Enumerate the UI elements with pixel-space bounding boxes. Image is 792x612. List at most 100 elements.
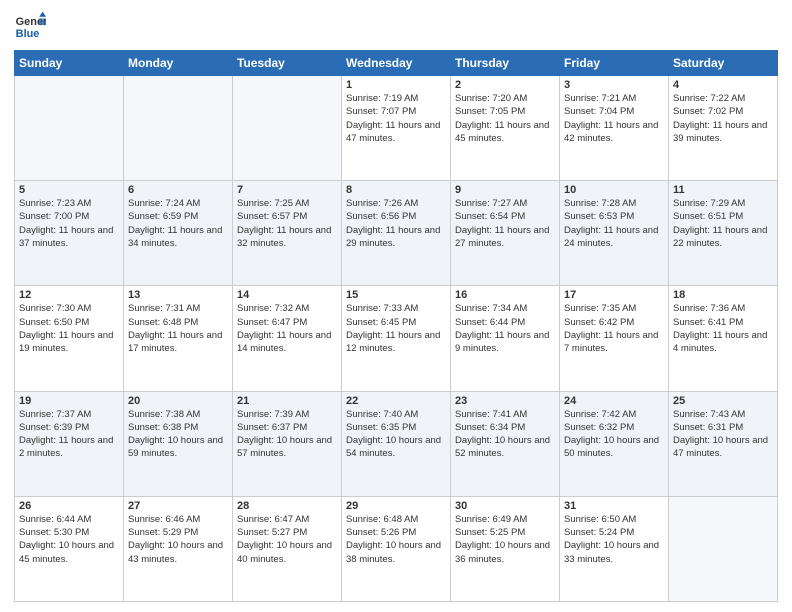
- day-header-tuesday: Tuesday: [233, 51, 342, 76]
- day-info: Sunrise: 7:28 AM Sunset: 6:53 PM Dayligh…: [564, 197, 664, 250]
- day-number: 27: [128, 500, 228, 512]
- day-number: 9: [455, 184, 555, 196]
- day-number: 16: [455, 289, 555, 301]
- day-header-monday: Monday: [124, 51, 233, 76]
- day-info: Sunrise: 6:44 AM Sunset: 5:30 PM Dayligh…: [19, 513, 119, 566]
- calendar-cell: 3Sunrise: 7:21 AM Sunset: 7:04 PM Daylig…: [560, 76, 669, 181]
- week-row-5: 26Sunrise: 6:44 AM Sunset: 5:30 PM Dayli…: [15, 496, 778, 601]
- day-info: Sunrise: 7:35 AM Sunset: 6:42 PM Dayligh…: [564, 302, 664, 355]
- header-row: SundayMondayTuesdayWednesdayThursdayFrid…: [15, 51, 778, 76]
- calendar-cell: 6Sunrise: 7:24 AM Sunset: 6:59 PM Daylig…: [124, 181, 233, 286]
- day-info: Sunrise: 7:20 AM Sunset: 7:05 PM Dayligh…: [455, 92, 555, 145]
- day-number: 15: [346, 289, 446, 301]
- calendar-page: General Blue SundayMondayTuesdayWednesda…: [0, 0, 792, 612]
- day-info: Sunrise: 7:38 AM Sunset: 6:38 PM Dayligh…: [128, 408, 228, 461]
- week-row-3: 12Sunrise: 7:30 AM Sunset: 6:50 PM Dayli…: [15, 286, 778, 391]
- day-info: Sunrise: 6:50 AM Sunset: 5:24 PM Dayligh…: [564, 513, 664, 566]
- logo-icon: General Blue: [14, 10, 46, 42]
- day-number: 17: [564, 289, 664, 301]
- calendar-cell: 13Sunrise: 7:31 AM Sunset: 6:48 PM Dayli…: [124, 286, 233, 391]
- day-number: 22: [346, 395, 446, 407]
- day-number: 23: [455, 395, 555, 407]
- calendar-cell: 27Sunrise: 6:46 AM Sunset: 5:29 PM Dayli…: [124, 496, 233, 601]
- day-info: Sunrise: 6:48 AM Sunset: 5:26 PM Dayligh…: [346, 513, 446, 566]
- calendar-cell: 1Sunrise: 7:19 AM Sunset: 7:07 PM Daylig…: [342, 76, 451, 181]
- svg-text:Blue: Blue: [16, 28, 40, 40]
- day-info: Sunrise: 7:40 AM Sunset: 6:35 PM Dayligh…: [346, 408, 446, 461]
- calendar-cell: 17Sunrise: 7:35 AM Sunset: 6:42 PM Dayli…: [560, 286, 669, 391]
- logo: General Blue: [14, 10, 50, 42]
- day-number: 14: [237, 289, 337, 301]
- day-number: 30: [455, 500, 555, 512]
- day-info: Sunrise: 7:39 AM Sunset: 6:37 PM Dayligh…: [237, 408, 337, 461]
- day-info: Sunrise: 7:26 AM Sunset: 6:56 PM Dayligh…: [346, 197, 446, 250]
- day-number: 5: [19, 184, 119, 196]
- day-info: Sunrise: 7:33 AM Sunset: 6:45 PM Dayligh…: [346, 302, 446, 355]
- day-header-friday: Friday: [560, 51, 669, 76]
- calendar-cell: [15, 76, 124, 181]
- day-info: Sunrise: 6:47 AM Sunset: 5:27 PM Dayligh…: [237, 513, 337, 566]
- calendar-cell: 26Sunrise: 6:44 AM Sunset: 5:30 PM Dayli…: [15, 496, 124, 601]
- day-info: Sunrise: 7:22 AM Sunset: 7:02 PM Dayligh…: [673, 92, 773, 145]
- calendar-table: SundayMondayTuesdayWednesdayThursdayFrid…: [14, 50, 778, 602]
- day-number: 20: [128, 395, 228, 407]
- day-info: Sunrise: 7:30 AM Sunset: 6:50 PM Dayligh…: [19, 302, 119, 355]
- day-number: 11: [673, 184, 773, 196]
- calendar-cell: 23Sunrise: 7:41 AM Sunset: 6:34 PM Dayli…: [451, 391, 560, 496]
- day-header-saturday: Saturday: [669, 51, 778, 76]
- day-number: 10: [564, 184, 664, 196]
- week-row-1: 1Sunrise: 7:19 AM Sunset: 7:07 PM Daylig…: [15, 76, 778, 181]
- day-info: Sunrise: 7:27 AM Sunset: 6:54 PM Dayligh…: [455, 197, 555, 250]
- week-row-4: 19Sunrise: 7:37 AM Sunset: 6:39 PM Dayli…: [15, 391, 778, 496]
- day-info: Sunrise: 7:42 AM Sunset: 6:32 PM Dayligh…: [564, 408, 664, 461]
- calendar-cell: 4Sunrise: 7:22 AM Sunset: 7:02 PM Daylig…: [669, 76, 778, 181]
- calendar-cell: 29Sunrise: 6:48 AM Sunset: 5:26 PM Dayli…: [342, 496, 451, 601]
- calendar-cell: 31Sunrise: 6:50 AM Sunset: 5:24 PM Dayli…: [560, 496, 669, 601]
- day-number: 7: [237, 184, 337, 196]
- calendar-cell: 20Sunrise: 7:38 AM Sunset: 6:38 PM Dayli…: [124, 391, 233, 496]
- day-number: 3: [564, 79, 664, 91]
- calendar-cell: 14Sunrise: 7:32 AM Sunset: 6:47 PM Dayli…: [233, 286, 342, 391]
- calendar-cell: 30Sunrise: 6:49 AM Sunset: 5:25 PM Dayli…: [451, 496, 560, 601]
- week-row-2: 5Sunrise: 7:23 AM Sunset: 7:00 PM Daylig…: [15, 181, 778, 286]
- calendar-cell: [233, 76, 342, 181]
- day-number: 12: [19, 289, 119, 301]
- calendar-cell: [669, 496, 778, 601]
- day-info: Sunrise: 7:36 AM Sunset: 6:41 PM Dayligh…: [673, 302, 773, 355]
- day-number: 2: [455, 79, 555, 91]
- calendar-cell: 18Sunrise: 7:36 AM Sunset: 6:41 PM Dayli…: [669, 286, 778, 391]
- day-number: 29: [346, 500, 446, 512]
- calendar-cell: 21Sunrise: 7:39 AM Sunset: 6:37 PM Dayli…: [233, 391, 342, 496]
- calendar-cell: 2Sunrise: 7:20 AM Sunset: 7:05 PM Daylig…: [451, 76, 560, 181]
- calendar-cell: 9Sunrise: 7:27 AM Sunset: 6:54 PM Daylig…: [451, 181, 560, 286]
- day-number: 6: [128, 184, 228, 196]
- calendar-cell: 7Sunrise: 7:25 AM Sunset: 6:57 PM Daylig…: [233, 181, 342, 286]
- day-info: Sunrise: 7:31 AM Sunset: 6:48 PM Dayligh…: [128, 302, 228, 355]
- calendar-cell: 12Sunrise: 7:30 AM Sunset: 6:50 PM Dayli…: [15, 286, 124, 391]
- day-number: 24: [564, 395, 664, 407]
- day-info: Sunrise: 7:32 AM Sunset: 6:47 PM Dayligh…: [237, 302, 337, 355]
- calendar-cell: 15Sunrise: 7:33 AM Sunset: 6:45 PM Dayli…: [342, 286, 451, 391]
- header: General Blue: [14, 10, 778, 42]
- day-info: Sunrise: 7:23 AM Sunset: 7:00 PM Dayligh…: [19, 197, 119, 250]
- calendar-cell: 16Sunrise: 7:34 AM Sunset: 6:44 PM Dayli…: [451, 286, 560, 391]
- calendar-cell: 19Sunrise: 7:37 AM Sunset: 6:39 PM Dayli…: [15, 391, 124, 496]
- day-info: Sunrise: 6:46 AM Sunset: 5:29 PM Dayligh…: [128, 513, 228, 566]
- day-info: Sunrise: 7:37 AM Sunset: 6:39 PM Dayligh…: [19, 408, 119, 461]
- calendar-cell: 8Sunrise: 7:26 AM Sunset: 6:56 PM Daylig…: [342, 181, 451, 286]
- day-number: 18: [673, 289, 773, 301]
- calendar-cell: 28Sunrise: 6:47 AM Sunset: 5:27 PM Dayli…: [233, 496, 342, 601]
- day-info: Sunrise: 7:29 AM Sunset: 6:51 PM Dayligh…: [673, 197, 773, 250]
- day-number: 8: [346, 184, 446, 196]
- calendar-cell: 11Sunrise: 7:29 AM Sunset: 6:51 PM Dayli…: [669, 181, 778, 286]
- day-number: 21: [237, 395, 337, 407]
- calendar-cell: 5Sunrise: 7:23 AM Sunset: 7:00 PM Daylig…: [15, 181, 124, 286]
- calendar-cell: 24Sunrise: 7:42 AM Sunset: 6:32 PM Dayli…: [560, 391, 669, 496]
- day-number: 26: [19, 500, 119, 512]
- day-number: 19: [19, 395, 119, 407]
- day-number: 1: [346, 79, 446, 91]
- day-number: 25: [673, 395, 773, 407]
- day-info: Sunrise: 7:19 AM Sunset: 7:07 PM Dayligh…: [346, 92, 446, 145]
- day-header-wednesday: Wednesday: [342, 51, 451, 76]
- calendar-cell: 25Sunrise: 7:43 AM Sunset: 6:31 PM Dayli…: [669, 391, 778, 496]
